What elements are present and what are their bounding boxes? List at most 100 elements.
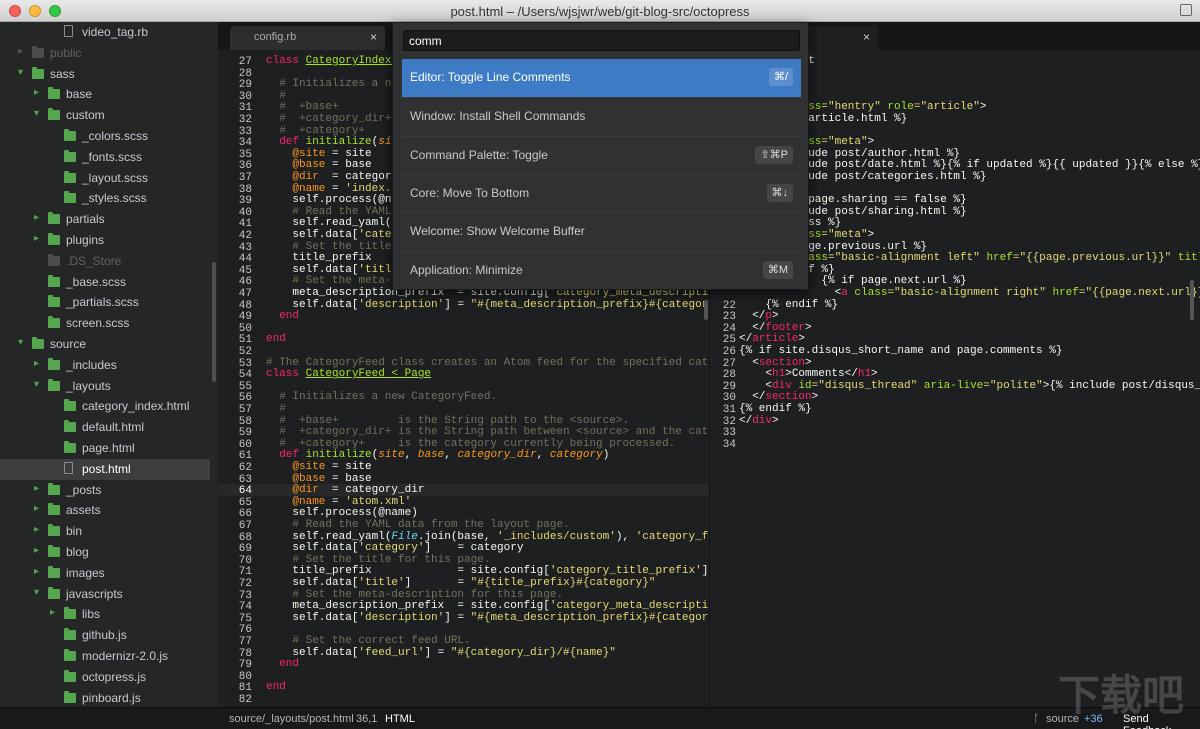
folder-icon [32,66,44,79]
line-number: 22 [722,299,736,312]
code-token: end [266,681,286,694]
tab-config-rb[interactable]: config.rb × [230,26,385,50]
code-line: end [266,682,286,694]
sidebar-item-label: source [50,337,87,351]
sidebar-item[interactable]: modernizr-2.0.js [0,646,210,667]
sidebar-item[interactable]: _fonts.scss [0,147,210,168]
sidebar-item-label: partials [66,212,105,227]
chevron-down-icon[interactable]: ▾ [34,108,39,119]
sidebar-item[interactable]: _partials.scss [0,292,210,313]
sidebar-item[interactable]: ▾ _layouts [0,376,210,397]
chevron-right-icon[interactable]: ▸ [34,503,39,514]
sidebar-item[interactable]: _styles.scss [0,188,210,209]
command-item[interactable]: Command Palette: Toggle ⇧⌘P [402,135,801,174]
sidebar-item[interactable]: screen.scss [0,313,210,334]
sidebar-item-label: blog [66,545,89,559]
code-token: # +category+ is the category currently b… [266,437,676,450]
sidebar-item[interactable]: ▸ bin [0,521,210,542]
sidebar-item[interactable]: ▸ public [0,43,210,64]
code-token: # Set the title fo [266,240,412,253]
sidebar-item[interactable]: ▸ partials [0,209,210,230]
chevron-right-icon[interactable]: ▸ [34,524,39,535]
status-cursor-position[interactable]: 36,1 [356,713,377,725]
line-number: 23 [722,311,736,324]
code-token: # Read the YAML data from the layout pag… [266,519,570,531]
sidebar-item[interactable]: ▾ sass [0,64,210,85]
chevron-right-icon[interactable]: ▸ [34,483,39,494]
status-grammar[interactable]: HTML [385,713,415,725]
line-number: 75 [238,612,252,625]
folder-icon [48,274,60,287]
sidebar-item[interactable]: github.js [0,625,210,646]
command-item[interactable]: Window: Install Shell Commands [402,97,801,135]
chevron-down-icon[interactable]: ▾ [18,67,23,78]
sidebar-item[interactable]: page.html [0,438,210,459]
code-token: href [979,252,1013,265]
sidebar-item[interactable]: ▸ images [0,563,210,584]
sidebar-item[interactable]: _layout.scss [0,168,210,189]
sidebar-item[interactable]: ▸ _posts [0,480,210,501]
folder-icon [48,378,60,391]
chevron-right-icon[interactable]: ▸ [34,87,39,98]
sidebar-item[interactable]: ▾ source [0,334,210,355]
chevron-right-icon[interactable]: ▸ [34,358,39,369]
line-number: 36 [238,160,252,173]
line-number: 43 [238,241,252,254]
code-token: # Read the YAML da [266,205,412,218]
code-token: # Set the title for this page. [266,553,491,566]
line-number: 50 [238,322,252,335]
close-tab-icon[interactable]: × [370,30,377,44]
sidebar-item[interactable]: default.html [0,417,210,438]
command-item[interactable]: Welcome: Show Welcome Buffer [402,212,801,250]
sidebar-item[interactable]: ▸ assets [0,500,210,521]
command-palette-input[interactable] [403,30,800,51]
code-token: > [811,391,819,404]
code-token: @site [266,461,326,473]
fullscreen-button[interactable] [1180,4,1192,16]
sidebar-item[interactable]: ▸ base [0,84,210,105]
code-line: end [266,310,299,323]
command-palette: Editor: Toggle Line Comments ⌘/ Window: In… [392,22,809,290]
code-token: title [1177,252,1200,265]
sidebar-item[interactable]: ▸ plugins [0,230,210,251]
sidebar-item[interactable]: video_tag.rb [0,22,210,43]
chevron-down-icon[interactable]: ▾ [34,587,39,598]
chevron-right-icon[interactable]: ▸ [34,233,39,244]
chevron-right-icon[interactable]: ▸ [50,607,55,618]
tree-view-scrollbar[interactable] [212,262,216,382]
chevron-down-icon[interactable]: ▾ [18,337,23,348]
chevron-right-icon[interactable]: ▸ [18,46,23,57]
chevron-down-icon[interactable]: ▾ [34,379,39,390]
code-token: ="{{page.previous.url}}" [1012,252,1172,265]
line-number: 70 [238,554,252,567]
sidebar-item[interactable]: category_index.html [0,396,210,417]
chevron-right-icon[interactable]: ▸ [34,545,39,556]
sidebar-item[interactable]: octopress.js [0,667,210,688]
folder-icon [48,357,60,370]
folder-icon [48,482,60,495]
line-number: 29 [238,79,252,92]
code-token: title_prefix = site.config[ [266,565,550,578]
sidebar-item[interactable]: ▸ _includes [0,355,210,376]
sidebar-item[interactable]: ▸ libs [0,604,210,625]
chevron-right-icon[interactable]: ▸ [34,212,39,223]
sidebar-item[interactable]: pinboard.js [0,688,210,707]
sidebar-item[interactable]: _base.scss [0,272,210,293]
sidebar-item[interactable]: .DS_Store [0,251,210,272]
command-item[interactable]: Editor: Toggle Line Comments ⌘/ [402,59,801,97]
tree-view[interactable]: video_tag.rb ▸ public ▾ sass ▸ base ▾ custom _col… [0,22,218,707]
code-token: @dir [266,484,319,497]
sidebar-item[interactable]: ▾ javascripts [0,584,210,605]
line-number: 74 [238,601,252,614]
close-tab-icon[interactable]: × [863,30,870,44]
right-editor-scrollbar[interactable] [1190,280,1194,320]
chevron-right-icon[interactable]: ▸ [34,566,39,577]
sidebar-item[interactable]: _colors.scss [0,126,210,147]
command-item[interactable]: Application: Minimize ⌘M [402,250,801,289]
status-file-path[interactable]: source/_layouts/post.html [229,713,354,725]
sidebar-item[interactable]: ▸ blog [0,542,210,563]
command-item[interactable]: Core: Move To Bottom ⌘↓ [402,173,801,212]
sidebar-item[interactable]: ▾ custom [0,105,210,126]
code-token: , [536,449,550,462]
sidebar-item[interactable]: post.html [0,458,210,480]
